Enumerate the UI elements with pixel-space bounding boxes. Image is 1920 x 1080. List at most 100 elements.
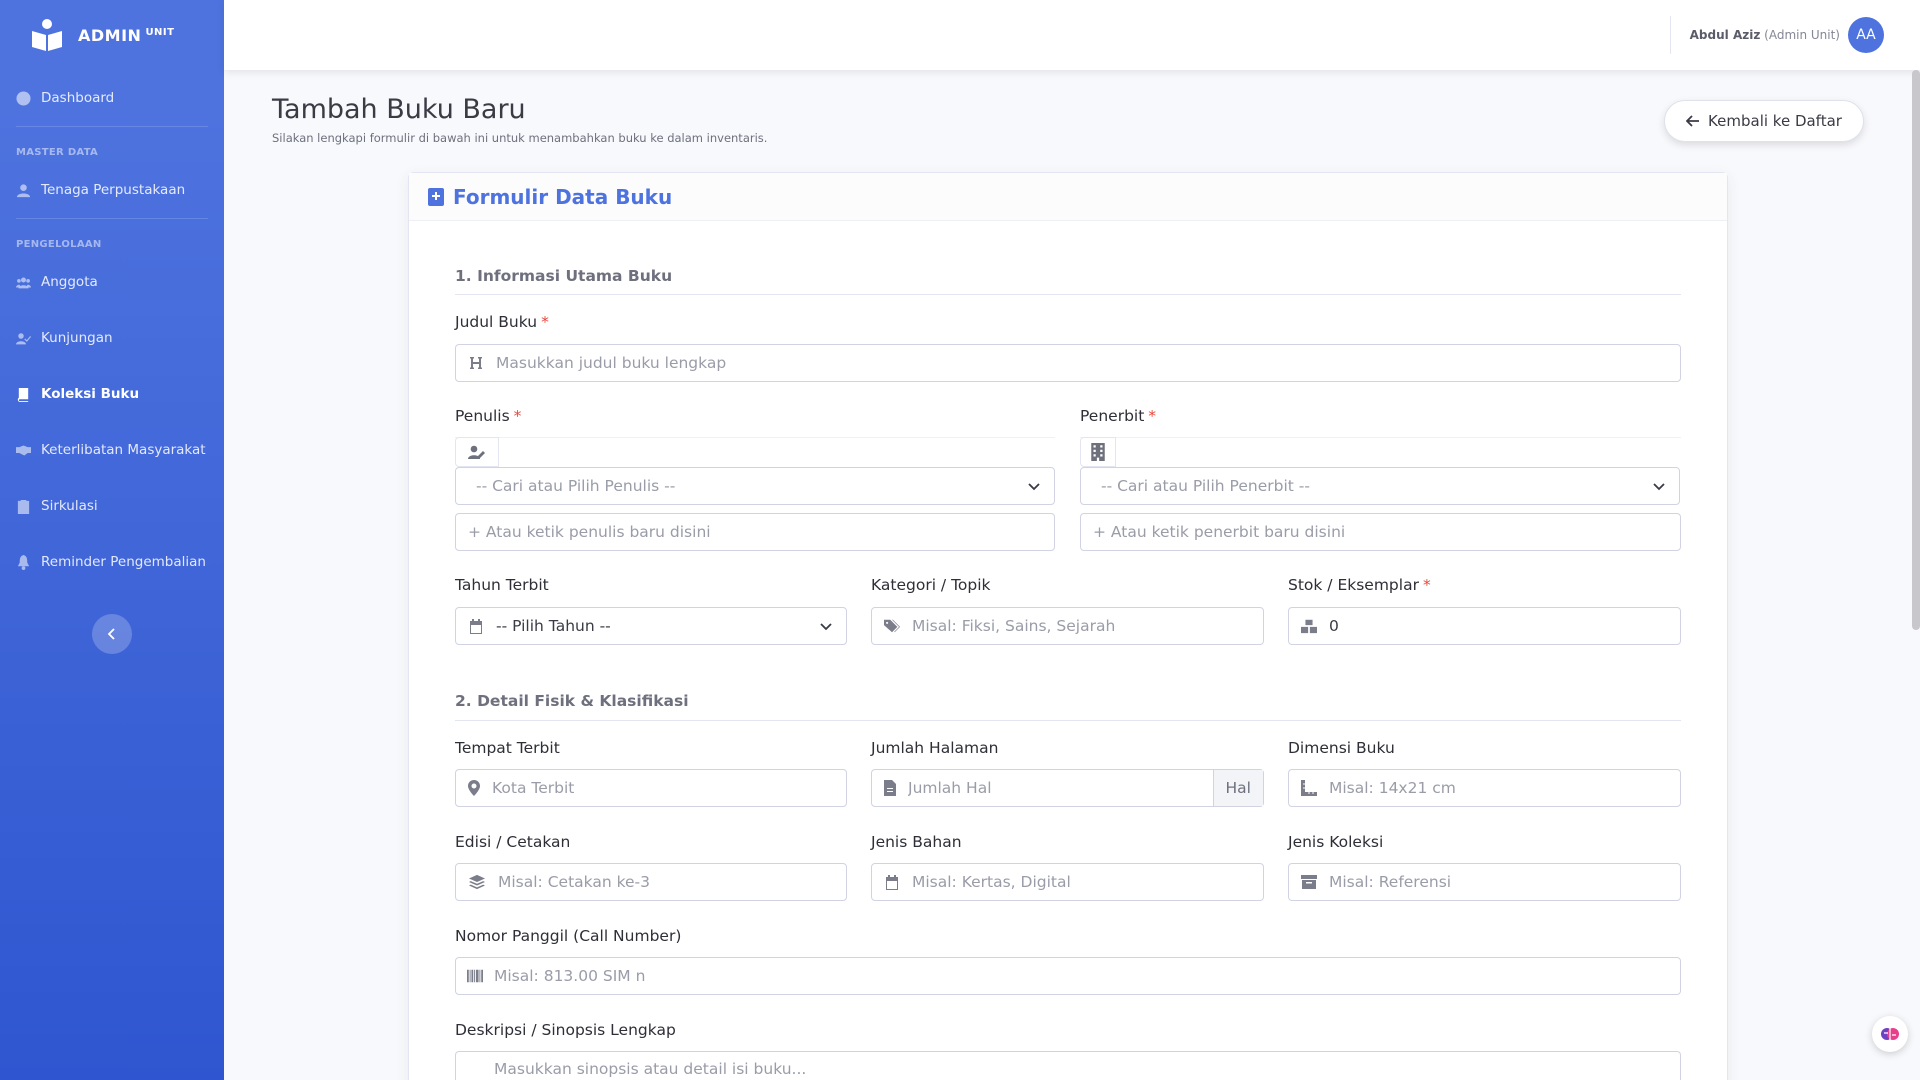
topbar-divider [1670, 16, 1671, 54]
penulis-select-value: -- Cari atau Pilih Penulis -- [476, 477, 676, 495]
label-tempat-terbit: Tempat Terbit [455, 739, 560, 757]
label-edisi: Edisi / Cetakan [455, 833, 571, 851]
brain-icon [1881, 1028, 1899, 1040]
brand-suffix: UNIT [145, 26, 175, 38]
deskripsi-textarea[interactable]: Masukkan sinopsis atau detail isi buku..… [455, 1051, 1681, 1080]
section-divider [455, 294, 1681, 295]
user-pen-icon [468, 445, 485, 459]
sidebar-item-dashboard[interactable]: Dashboard [0, 70, 224, 126]
jenis-bahan-input[interactable]: Misal: Kertas, Digital [871, 863, 1264, 901]
section-title-main-info: 1. Informasi Utama Buku [455, 267, 673, 285]
sidebar-item-label: Tenaga Perpustakaan [41, 182, 186, 198]
boxes-icon [1301, 619, 1317, 634]
label-jenis-koleksi: Jenis Koleksi [1288, 833, 1384, 851]
sidebar-item-koleksi-buku[interactable]: Koleksi Buku [0, 366, 224, 422]
layer-group-icon [469, 874, 485, 890]
chevron-down-icon [1028, 483, 1040, 491]
sidebar-item-reminder[interactable]: Reminder Pengembalian [0, 534, 224, 590]
calendar-icon [470, 619, 482, 634]
jumlah-halaman-input[interactable]: Jumlah Hal Hal [871, 769, 1264, 807]
bell-icon [17, 554, 30, 570]
calendar-icon [886, 875, 898, 890]
label-deskripsi: Deskripsi / Sinopsis Lengkap [455, 1021, 676, 1039]
brand[interactable]: ADMIN UNIT [0, 0, 224, 70]
archive-icon [1301, 875, 1317, 889]
sidebar-item-label: Kunjungan [41, 330, 113, 346]
sidebar-item-keterlibatan[interactable]: Keterlibatan Masyarakat [0, 422, 224, 478]
judul-buku-input[interactable]: Masukkan judul buku lengkap [455, 344, 1681, 382]
book-icon [17, 387, 29, 402]
user-role: (Admin Unit) [1764, 28, 1840, 42]
user-menu[interactable]: Abdul Aziz (Admin Unit) AA [1690, 17, 1884, 53]
tahun-terbit-select[interactable]: -- Pilih Tahun -- [455, 607, 847, 645]
back-button-label: Kembali ke Daftar [1708, 112, 1842, 130]
required-mark: * [513, 407, 522, 425]
tempat-terbit-input[interactable]: Kota Terbit [455, 769, 847, 807]
penulis-select[interactable]: -- Cari atau Pilih Penulis -- [455, 467, 1055, 505]
sidebar-heading-master: MASTER DATA [16, 147, 99, 158]
judul-buku-placeholder: Masukkan judul buku lengkap [496, 354, 727, 372]
required-mark: * [541, 313, 549, 331]
user-icon [16, 183, 31, 197]
label-call-number: Nomor Panggil (Call Number) [455, 927, 682, 945]
topbar: Abdul Aziz (Admin Unit) AA [224, 0, 1920, 70]
stok-input[interactable]: 0 [1288, 607, 1681, 645]
required-mark: * [1148, 407, 1157, 425]
chevron-down-icon [820, 623, 832, 631]
jenis-bahan-placeholder: Misal: Kertas, Digital [912, 873, 1071, 891]
clipboard-icon [17, 499, 30, 514]
sidebar-item-label: Anggota [41, 274, 98, 290]
label-tahun-terbit: Tahun Terbit [455, 576, 549, 594]
card-header: Formulir Data Buku [409, 173, 1727, 221]
edisi-input[interactable]: Misal: Cetakan ke-3 [455, 863, 847, 901]
penulis-baru-input[interactable]: + Atau ketik penulis baru disini [455, 513, 1055, 551]
label-judul-buku: Judul Buku * [455, 313, 549, 331]
sidebar-toggle-button[interactable] [92, 614, 132, 654]
avatar[interactable]: AA [1848, 17, 1884, 53]
sidebar-item-label: Reminder Pengembalian [41, 554, 206, 570]
section-title-detail-fisik: 2. Detail Fisik & Klasifikasi [455, 692, 689, 710]
penerbit-baru-input[interactable]: + Atau ketik penerbit baru disini [1080, 513, 1681, 551]
page-subtitle: Silakan lengkapi formulir di bawah ini u… [272, 131, 768, 145]
barcode-icon [467, 969, 483, 983]
label-penulis: Penulis * [455, 407, 522, 425]
halaman-unit-addon: Hal [1212, 770, 1263, 806]
penulis-baru-placeholder: + Atau ketik penulis baru disini [468, 523, 711, 541]
call-number-input[interactable]: Misal: 813.00 SIM n [455, 957, 1681, 995]
penerbit-baru-placeholder: + Atau ketik penerbit baru disini [1093, 523, 1346, 541]
call-number-placeholder: Misal: 813.00 SIM n [494, 967, 646, 985]
chevron-left-icon [107, 628, 115, 640]
label-dimensi-buku: Dimensi Buku [1288, 739, 1395, 757]
penerbit-icon-strip [1080, 437, 1681, 467]
sidebar-item-tenaga[interactable]: Tenaga Perpustakaan [0, 162, 224, 218]
building-icon [1091, 443, 1105, 461]
tempat-terbit-placeholder: Kota Terbit [492, 779, 575, 797]
sidebar-item-anggota[interactable]: Anggota [0, 254, 224, 310]
sidebar-item-kunjungan[interactable]: Kunjungan [0, 310, 224, 366]
penerbit-icon-box [1080, 437, 1116, 467]
jenis-koleksi-input[interactable]: Misal: Referensi [1288, 863, 1681, 901]
penulis-icon-box [455, 437, 499, 467]
dimensi-buku-input[interactable]: Misal: 14x21 cm [1288, 769, 1681, 807]
reader-logo-icon [32, 19, 62, 51]
dimensi-buku-placeholder: Misal: 14x21 cm [1329, 779, 1456, 797]
kategori-input[interactable]: Misal: Fiksi, Sains, Sejarah [871, 607, 1264, 645]
page-scrollbar[interactable] [1912, 70, 1920, 630]
sidebar-item-label: Keterlibatan Masyarakat [41, 442, 206, 458]
gauge-icon [16, 90, 31, 106]
user-check-icon [16, 332, 31, 344]
chevron-down-icon [1653, 483, 1665, 491]
back-to-list-button[interactable]: Kembali ke Daftar [1664, 100, 1864, 142]
label-jumlah-halaman: Jumlah Halaman [871, 739, 999, 757]
assistant-floating-button[interactable] [1872, 1016, 1908, 1052]
deskripsi-placeholder: Masukkan sinopsis atau detail isi buku..… [494, 1060, 807, 1078]
sidebar-item-sirkulasi[interactable]: Sirkulasi [0, 478, 224, 534]
required-mark: * [1422, 576, 1431, 594]
map-pin-icon [468, 780, 480, 796]
handshake-icon [16, 445, 31, 455]
penerbit-select[interactable]: -- Cari atau Pilih Penerbit -- [1080, 467, 1680, 505]
label-stok: Stok / Eksemplar * [1288, 576, 1431, 594]
section-divider [455, 720, 1681, 721]
penulis-icon-strip [455, 437, 1055, 467]
user-name: Abdul Aziz [1689, 28, 1761, 42]
